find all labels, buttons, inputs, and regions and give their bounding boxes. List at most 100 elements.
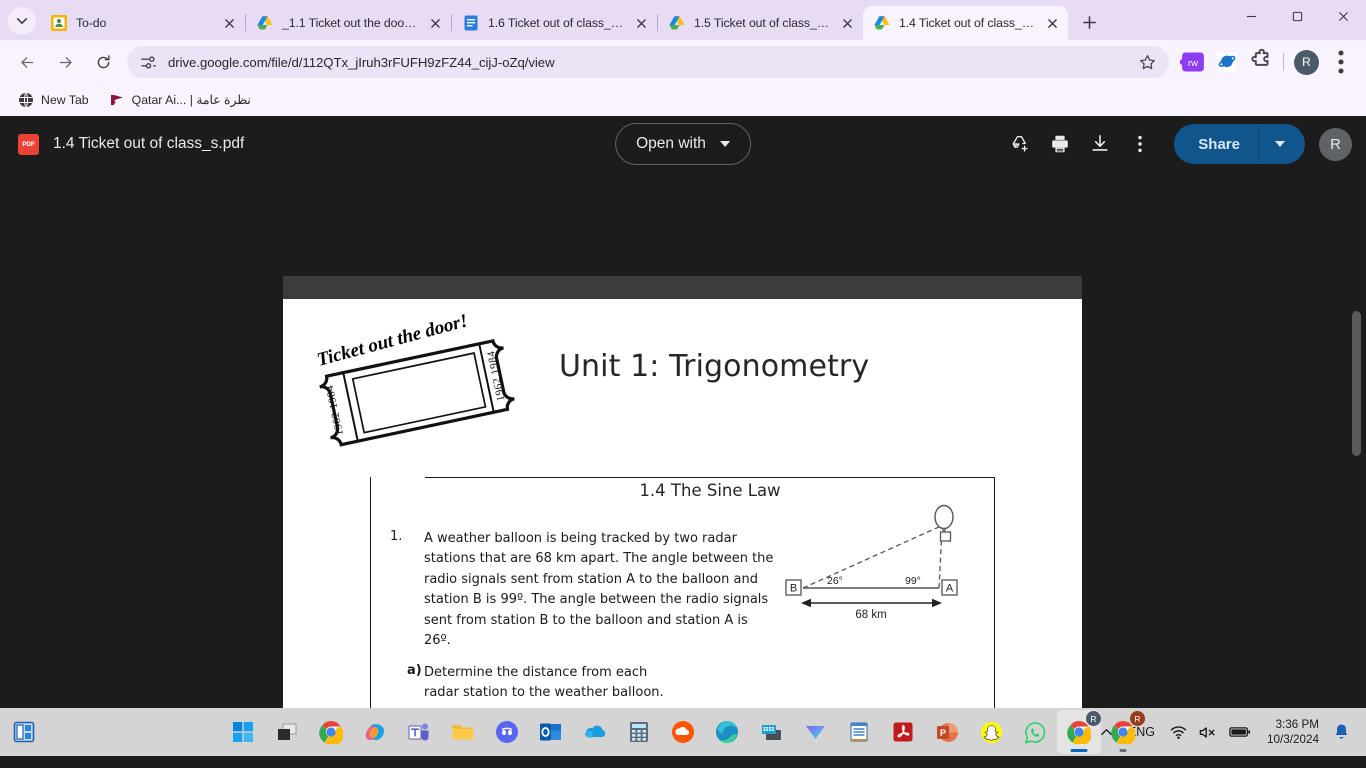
docs-icon	[463, 15, 479, 31]
browser-tab-1[interactable]: _1.1 Ticket out the door.pdf - Google Dr…	[246, 6, 451, 40]
window-close-button[interactable]	[1320, 0, 1366, 32]
window-minimize-button[interactable]	[1228, 0, 1274, 32]
powerpoint-icon: P	[936, 722, 958, 742]
windows-taskbar: P R R ENG 3:36 PM 10/3/2024	[0, 708, 1366, 756]
taskbar-widgets-button[interactable]	[0, 721, 48, 743]
drive-pdf-viewer: PDF 1.4 Ticket out of class_s.pdf Open w…	[0, 116, 1366, 708]
pdf-vertical-scrollbar[interactable]	[1352, 311, 1361, 456]
browser-tab-2-close-button[interactable]	[631, 13, 651, 33]
blue-planet-extension-icon[interactable]	[1212, 47, 1242, 77]
download-button[interactable]	[1080, 124, 1120, 164]
tab-search-button[interactable]	[8, 7, 36, 35]
window-maximize-button[interactable]	[1274, 0, 1320, 32]
taskbar-app-start[interactable]	[221, 710, 265, 754]
open-with-button[interactable]: Open with	[615, 123, 751, 165]
forward-button[interactable]	[49, 46, 81, 78]
profile-avatar[interactable]: R	[1294, 49, 1319, 75]
soundcloud-icon	[672, 721, 694, 743]
browser-tab-1-title: _1.1 Ticket out the door.pdf - Google Dr…	[282, 16, 419, 30]
drive-icon	[874, 15, 890, 31]
chevron-down-icon	[16, 18, 28, 25]
close-icon	[636, 18, 646, 28]
tray-volume-button[interactable]	[1193, 714, 1223, 750]
tray-battery-button[interactable]	[1223, 714, 1257, 750]
question-number: 1.	[390, 529, 403, 544]
browser-tab-0-close-button[interactable]	[219, 13, 239, 33]
share-button-label: Share	[1198, 135, 1240, 153]
tray-notifications-button[interactable]	[1327, 714, 1356, 750]
taskbar-app-notepad[interactable]	[837, 710, 881, 754]
taskbar-app-chrome-window-2[interactable]: R	[1101, 710, 1145, 754]
taskbar-app-chrome[interactable]	[309, 710, 353, 754]
taskbar-app-figma[interactable]	[793, 710, 837, 754]
chrome-icon	[319, 721, 343, 744]
tray-clock[interactable]: 3:36 PM 10/3/2024	[1257, 717, 1327, 747]
taskbar-app-onedrive[interactable]	[573, 710, 617, 754]
taskbar-app-snapchat[interactable]	[969, 710, 1013, 754]
taskbar-app-task-view[interactable]	[265, 710, 309, 754]
chevron-down-icon	[1275, 141, 1285, 147]
section-title: 1.4 The Sine Law	[639, 481, 781, 500]
question-text: A weather balloon is being tracked by tw…	[424, 531, 774, 649]
taskbar-app-calculator[interactable]	[617, 710, 661, 754]
address-bar[interactable]: drive.google.com/file/d/112QTx_jIruh3rFU…	[127, 46, 1169, 78]
extensions-puzzle-icon[interactable]	[1246, 47, 1276, 77]
chrome-profile-badge: R	[1086, 711, 1101, 726]
open-with-label: Open with	[636, 135, 706, 152]
diagram-label-a: A	[946, 583, 954, 595]
taskbar-app-powerpoint[interactable]: P	[925, 710, 969, 754]
tray-wifi-button[interactable]	[1164, 714, 1193, 750]
snapchat-icon	[980, 721, 1002, 743]
copilot-icon	[365, 724, 384, 740]
account-avatar[interactable]: R	[1319, 127, 1352, 161]
volume-muted-icon	[1199, 726, 1215, 738]
wifi-icon	[1170, 725, 1187, 739]
share-dropdown-button[interactable]	[1259, 141, 1305, 147]
browser-tab-3[interactable]: 1.5 Ticket out of class_s.pdf - Google D…	[658, 6, 863, 40]
share-button[interactable]: Share	[1174, 124, 1305, 164]
browser-tab-4-close-button[interactable]	[1042, 13, 1062, 33]
browser-tab-2-title: 1.6 Ticket out of class_s - Google Docs	[488, 16, 625, 30]
drive-viewer-header: PDF 1.4 Ticket out of class_s.pdf Open w…	[0, 116, 1366, 172]
remote-desktop-icon	[761, 724, 781, 740]
pdf-file-icon: PDF	[18, 133, 39, 155]
browser-tab-4[interactable]: 1.4 Ticket out of class_s.pdf - Google D…	[863, 6, 1068, 40]
browser-tab-2[interactable]: 1.6 Ticket out of class_s - Google Docs	[452, 6, 657, 40]
taskbar-active-indicator	[1070, 749, 1088, 752]
read-write-extension-icon[interactable]: rw	[1178, 47, 1208, 77]
new-tab-button[interactable]	[1075, 8, 1103, 36]
browser-tab-3-close-button[interactable]	[837, 13, 857, 33]
bookmark-new-tab-label: New Tab	[41, 93, 89, 107]
file-explorer-icon	[452, 725, 474, 740]
taskbar-app-soundcloud[interactable]	[661, 710, 705, 754]
bookmark-qatar-ai[interactable]: Qatar Ai... | نظرة عامة	[101, 88, 259, 112]
chrome-menu-button[interactable]	[1326, 47, 1356, 77]
reload-button[interactable]	[87, 46, 119, 78]
arrow-right-icon	[59, 56, 72, 68]
taskbar-app-teams[interactable]	[397, 710, 441, 754]
bookmark-star-icon[interactable]	[1139, 54, 1156, 71]
print-button[interactable]	[1040, 124, 1080, 164]
taskbar-app-file-explorer[interactable]	[441, 710, 485, 754]
taskbar-app-outlook[interactable]	[529, 710, 573, 754]
site-settings-icon[interactable]	[140, 54, 157, 71]
add-to-drive-button[interactable]	[1000, 124, 1040, 164]
more-options-button[interactable]	[1120, 124, 1160, 164]
bookmark-new-tab[interactable]: New Tab	[10, 88, 97, 112]
taskbar-app-list: P R R	[221, 708, 1145, 756]
tray-time: 3:36 PM	[1275, 718, 1319, 731]
taskbar-app-discord[interactable]	[485, 710, 529, 754]
taskbar-app-copilot[interactable]	[353, 710, 397, 754]
drive-viewer-actions: Share R	[1000, 124, 1352, 164]
browser-tab-0[interactable]: To-do	[40, 6, 245, 40]
taskbar-app-acrobat[interactable]	[881, 710, 925, 754]
taskbar-app-edge[interactable]	[705, 710, 749, 754]
diagram-angle-a: 99°	[905, 575, 921, 587]
taskbar-app-whatsapp[interactable]	[1013, 710, 1057, 754]
ticket-out-the-door-graphic: 1962 1984 1962 1984 Ticket out the door!	[315, 314, 515, 447]
chevron-down-icon	[719, 141, 730, 147]
taskbar-app-remote-desktop[interactable]	[749, 710, 793, 754]
browser-tab-1-close-button[interactable]	[425, 13, 445, 33]
back-button[interactable]	[11, 46, 43, 78]
taskbar-app-chrome-window-1[interactable]: R	[1057, 710, 1101, 754]
